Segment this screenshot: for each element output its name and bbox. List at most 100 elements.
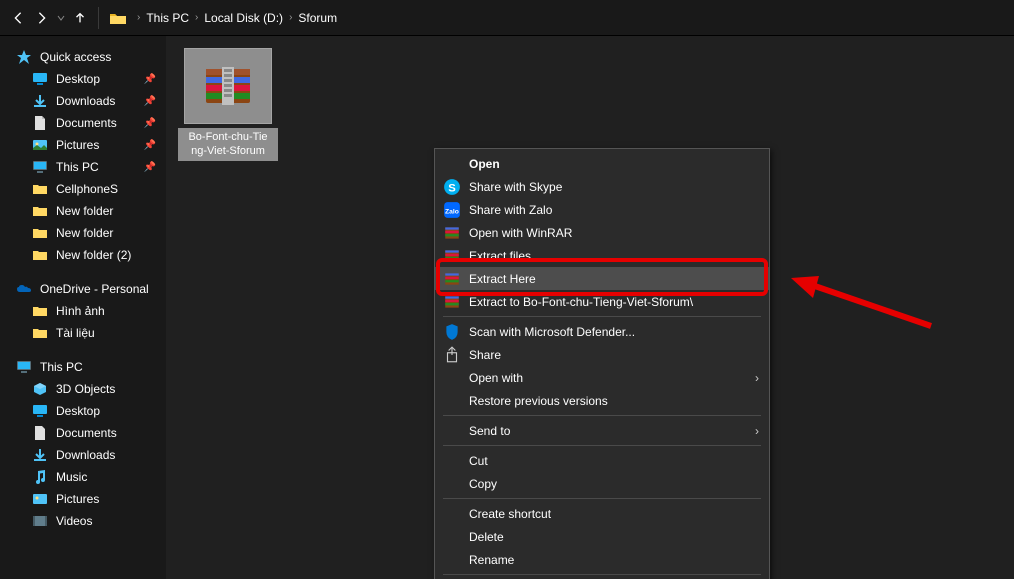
ctx-cut[interactable]: Cut xyxy=(435,449,769,472)
star-icon xyxy=(16,49,32,65)
sidebar-downloads[interactable]: Downloads 📌 xyxy=(0,90,166,112)
sidebar-label: New folder xyxy=(56,226,113,240)
pictures-icon xyxy=(32,137,48,153)
ctx-extract-to[interactable]: Extract to Bo-Font-chu-Tieng-Viet-Sforum… xyxy=(435,290,769,313)
ctx-separator xyxy=(443,445,761,446)
ctx-label: Share with Skype xyxy=(469,180,759,194)
breadcrumb-item[interactable]: Local Disk (D:) xyxy=(202,11,285,25)
ctx-label: Extract Here xyxy=(469,272,759,286)
folder-icon xyxy=(32,181,48,197)
pc-icon xyxy=(16,359,32,375)
folder-icon xyxy=(32,303,48,319)
ctx-label: Extract files... xyxy=(469,249,759,263)
ctx-delete[interactable]: Delete xyxy=(435,525,769,548)
sidebar-thispc[interactable]: This PC 📌 xyxy=(0,156,166,178)
ctx-open-with[interactable]: Open with› xyxy=(435,366,769,389)
sidebar-desktop[interactable]: Desktop 📌 xyxy=(0,68,166,90)
sidebar-label: This PC xyxy=(56,160,99,174)
ctx-label: Rename xyxy=(469,553,759,567)
ctx-copy[interactable]: Copy xyxy=(435,472,769,495)
sidebar-label: Downloads xyxy=(56,94,115,108)
ctx-label: Create shortcut xyxy=(469,507,759,521)
sidebar-onedrive[interactable]: OneDrive - Personal xyxy=(0,278,166,300)
address-folder-icon xyxy=(109,11,127,25)
sidebar-downloads[interactable]: Downloads xyxy=(0,444,166,466)
ctx-extract-files[interactable]: Extract files... xyxy=(435,244,769,267)
ctx-extract-here[interactable]: Extract Here xyxy=(435,267,769,290)
history-dropdown[interactable] xyxy=(54,14,68,22)
sidebar-folder[interactable]: Hình ảnh xyxy=(0,300,166,322)
sidebar-label: Downloads xyxy=(56,448,115,462)
defender-icon xyxy=(443,323,461,341)
ctx-open-winrar[interactable]: Open with WinRAR xyxy=(435,221,769,244)
ctx-separator xyxy=(443,574,761,575)
winrar-icon xyxy=(443,293,461,311)
share-icon xyxy=(443,346,461,364)
back-button[interactable] xyxy=(6,6,30,30)
content-area[interactable]: Bo-Font-chu-Tie ng-Viet-Sforum Open SSha… xyxy=(166,36,1014,579)
sidebar: Quick access Desktop 📌 Downloads 📌 Docum… xyxy=(0,36,166,579)
sidebar-videos[interactable]: Videos xyxy=(0,510,166,532)
pin-icon: 📌 xyxy=(144,74,156,85)
forward-button[interactable] xyxy=(30,6,54,30)
ctx-label: Share xyxy=(469,348,759,362)
up-button[interactable] xyxy=(68,6,92,30)
sidebar-label: Documents xyxy=(56,116,117,130)
sidebar-music[interactable]: Music xyxy=(0,466,166,488)
pin-icon: 📌 xyxy=(144,118,156,129)
sidebar-folder[interactable]: New folder (2) xyxy=(0,244,166,266)
breadcrumb[interactable]: › This PC › Local Disk (D:) › Sforum xyxy=(133,7,1008,29)
sidebar-label: Music xyxy=(56,470,87,484)
sidebar-label: Desktop xyxy=(56,404,100,418)
ctx-label: Open with WinRAR xyxy=(469,226,759,240)
ctx-label: Open with xyxy=(469,371,755,385)
sidebar-desktop[interactable]: Desktop xyxy=(0,400,166,422)
ctx-label: Share with Zalo xyxy=(469,203,759,217)
chevron-right-icon: › xyxy=(195,12,198,23)
ctx-rename[interactable]: Rename xyxy=(435,548,769,571)
ctx-create-shortcut[interactable]: Create shortcut xyxy=(435,502,769,525)
ctx-label: Cut xyxy=(469,454,759,468)
videos-icon xyxy=(32,513,48,529)
sidebar-folder[interactable]: CellphoneS xyxy=(0,178,166,200)
sidebar-3dobjects[interactable]: 3D Objects xyxy=(0,378,166,400)
sidebar-folder[interactable]: Tài liệu xyxy=(0,322,166,344)
breadcrumb-item[interactable]: This PC xyxy=(144,11,191,25)
sidebar-quickaccess[interactable]: Quick access xyxy=(0,46,166,68)
ctx-open[interactable]: Open xyxy=(435,152,769,175)
documents-icon xyxy=(32,425,48,441)
desktop-icon xyxy=(32,403,48,419)
ctx-scan-defender[interactable]: Scan with Microsoft Defender... xyxy=(435,320,769,343)
ctx-restore[interactable]: Restore previous versions xyxy=(435,389,769,412)
sidebar-label: Pictures xyxy=(56,138,99,152)
sidebar-label: CellphoneS xyxy=(56,182,118,196)
ctx-share-skype[interactable]: SShare with Skype xyxy=(435,175,769,198)
annotation-arrow xyxy=(791,276,941,339)
main-area: Quick access Desktop 📌 Downloads 📌 Docum… xyxy=(0,36,1014,579)
desktop-icon xyxy=(32,71,48,87)
ctx-share[interactable]: Share xyxy=(435,343,769,366)
sidebar-folder[interactable]: New folder xyxy=(0,200,166,222)
chevron-right-icon: › xyxy=(755,424,759,438)
sidebar-label: OneDrive - Personal xyxy=(40,282,149,296)
file-item[interactable]: Bo-Font-chu-Tie ng-Viet-Sforum xyxy=(178,48,278,161)
ctx-share-zalo[interactable]: ZaloShare with Zalo xyxy=(435,198,769,221)
breadcrumb-item[interactable]: Sforum xyxy=(296,11,339,25)
nav-bar: › This PC › Local Disk (D:) › Sforum xyxy=(0,0,1014,36)
sidebar-pictures[interactable]: Pictures 📌 xyxy=(0,134,166,156)
sidebar-label: Documents xyxy=(56,426,117,440)
context-menu: Open SShare with Skype ZaloShare with Za… xyxy=(434,148,770,579)
sidebar-pictures[interactable]: Pictures xyxy=(0,488,166,510)
sidebar-documents[interactable]: Documents 📌 xyxy=(0,112,166,134)
sidebar-label: New folder xyxy=(56,204,113,218)
ctx-label: Open xyxy=(469,157,759,171)
file-name: Bo-Font-chu-Tie ng-Viet-Sforum xyxy=(178,128,278,161)
ctx-send-to[interactable]: Send to› xyxy=(435,419,769,442)
sidebar-label: 3D Objects xyxy=(56,382,115,396)
sidebar-label: Pictures xyxy=(56,492,99,506)
rar-archive-icon xyxy=(184,48,272,124)
sidebar-documents[interactable]: Documents xyxy=(0,422,166,444)
sidebar-thispc[interactable]: This PC xyxy=(0,356,166,378)
sidebar-label: Videos xyxy=(56,514,92,528)
sidebar-folder[interactable]: New folder xyxy=(0,222,166,244)
